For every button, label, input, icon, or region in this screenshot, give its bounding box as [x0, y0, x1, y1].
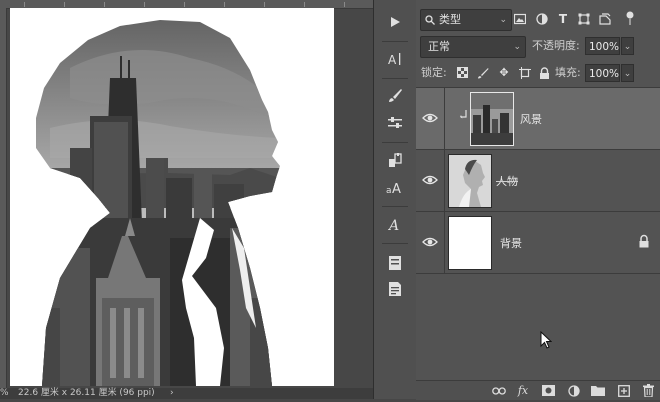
svg-text:A: A [387, 218, 399, 232]
layers-panel: 类型 ⌄ T 正常 ⌄ 不透明度: 100% ⌄ 锁定: ✥ 填充: 100% … [416, 0, 660, 400]
layer-filter-row: 类型 ⌄ T [416, 7, 660, 33]
lock-label: 锁定: [421, 66, 447, 79]
lock-position-icon[interactable]: ✥ [496, 65, 512, 81]
layer-name[interactable]: 背景 [500, 235, 522, 251]
eye-icon [422, 113, 438, 123]
lock-icon[interactable] [638, 234, 650, 248]
chevron-down-icon: ⌄ [499, 15, 507, 25]
lock-fill-row: 锁定: ✥ 填充: 100% ⌄ [416, 63, 660, 89]
status-bar: % 22.6 厘米 x 26.11 厘米 (96 ppi) › [0, 388, 373, 399]
panel-tool-strip: A aA A [373, 0, 417, 399]
zoom-readout[interactable]: % [0, 388, 9, 399]
search-icon [425, 10, 435, 32]
play-action-icon[interactable] [384, 12, 406, 32]
svg-text:a: a [386, 186, 392, 195]
layer-list: 风景 人物 背景 [416, 87, 660, 378]
properties-icon[interactable] [384, 279, 406, 299]
glyphs-icon[interactable]: A [384, 214, 406, 234]
lock-artboard-icon[interactable] [517, 65, 533, 81]
layer-thumbnail-cityscape[interactable] [470, 92, 514, 146]
character-panel-icon[interactable]: A [384, 49, 406, 69]
layer-name[interactable]: 人物 [496, 173, 518, 189]
fill-label: 填充: [555, 66, 581, 79]
fill-slider-toggle[interactable]: ⌄ [621, 64, 634, 82]
new-layer-icon[interactable] [616, 383, 632, 399]
layer-row-person[interactable]: 人物 [416, 150, 660, 212]
notes-icon[interactable] [384, 253, 406, 273]
layer-row-background[interactable]: 背景 [416, 212, 660, 274]
svg-text:A: A [388, 53, 397, 67]
layer-row-landscape[interactable]: 风景 [416, 88, 660, 150]
opacity-label: 不透明度: [532, 39, 580, 52]
delete-layer-icon[interactable] [640, 383, 656, 399]
fx-icon[interactable]: fx [515, 383, 531, 399]
smart-object-filter-icon[interactable] [597, 11, 613, 27]
document-size-readout: 22.6 厘米 x 26.11 厘米 (96 ppi) [18, 388, 155, 398]
layers-panel-footer: fx [416, 380, 660, 400]
filter-toggle-icon[interactable] [622, 11, 638, 27]
visibility-toggle[interactable] [416, 150, 445, 211]
document-canvas-area: % 22.6 厘米 x 26.11 厘米 (96 ppi) › [0, 0, 373, 399]
opacity-slider-toggle[interactable]: ⌄ [621, 37, 634, 55]
blend-mode-value: 正常 [428, 40, 450, 53]
status-expand-arrow[interactable]: › [170, 388, 174, 399]
image-filter-icon[interactable] [512, 11, 528, 27]
chevron-down-icon: ⌄ [513, 42, 521, 52]
fill-input[interactable]: 100% [585, 64, 620, 82]
adjustment-filter-icon[interactable] [534, 11, 550, 27]
blend-mode-select[interactable]: 正常 ⌄ [420, 36, 526, 58]
adjustment-layer-icon[interactable] [566, 383, 582, 399]
clone-source-icon[interactable] [384, 150, 406, 170]
opacity-input[interactable]: 100% [585, 37, 620, 55]
brush-settings-icon[interactable] [384, 86, 406, 106]
blend-opacity-row: 正常 ⌄ 不透明度: 100% ⌄ [416, 36, 660, 62]
eye-icon [422, 237, 438, 247]
svg-text:A: A [392, 182, 401, 195]
visibility-toggle[interactable] [416, 212, 445, 273]
character-styles-icon[interactable]: aA [384, 177, 406, 197]
type-filter-icon[interactable]: T [555, 11, 571, 27]
portrait-thumbnail-icon [449, 155, 491, 207]
mouse-cursor-icon [540, 331, 552, 349]
add-mask-icon[interactable] [540, 383, 556, 399]
layer-name[interactable]: 风景 [520, 111, 542, 127]
filter-kind-select[interactable]: 类型 ⌄ [420, 9, 512, 31]
filter-kind-label: 类型 [439, 13, 461, 26]
visibility-toggle[interactable] [416, 88, 445, 149]
lock-transparent-icon[interactable] [454, 65, 470, 81]
lock-pixels-icon[interactable] [475, 65, 491, 81]
artboard[interactable] [10, 8, 334, 386]
shape-filter-icon[interactable] [576, 11, 592, 27]
left-ruler[interactable] [0, 8, 7, 388]
layer-thumbnail-portrait[interactable] [448, 154, 492, 208]
layer-thumbnail-white[interactable] [448, 216, 492, 270]
double-exposure-artwork [36, 20, 280, 386]
new-group-icon[interactable] [590, 383, 606, 399]
lock-all-icon[interactable] [536, 65, 552, 81]
link-layers-icon[interactable] [491, 383, 507, 399]
cityscape-thumbnail-icon [471, 93, 513, 145]
clipping-mask-arrow-icon [460, 110, 468, 123]
eye-icon [422, 175, 438, 185]
adjustments-icon[interactable] [384, 113, 406, 133]
